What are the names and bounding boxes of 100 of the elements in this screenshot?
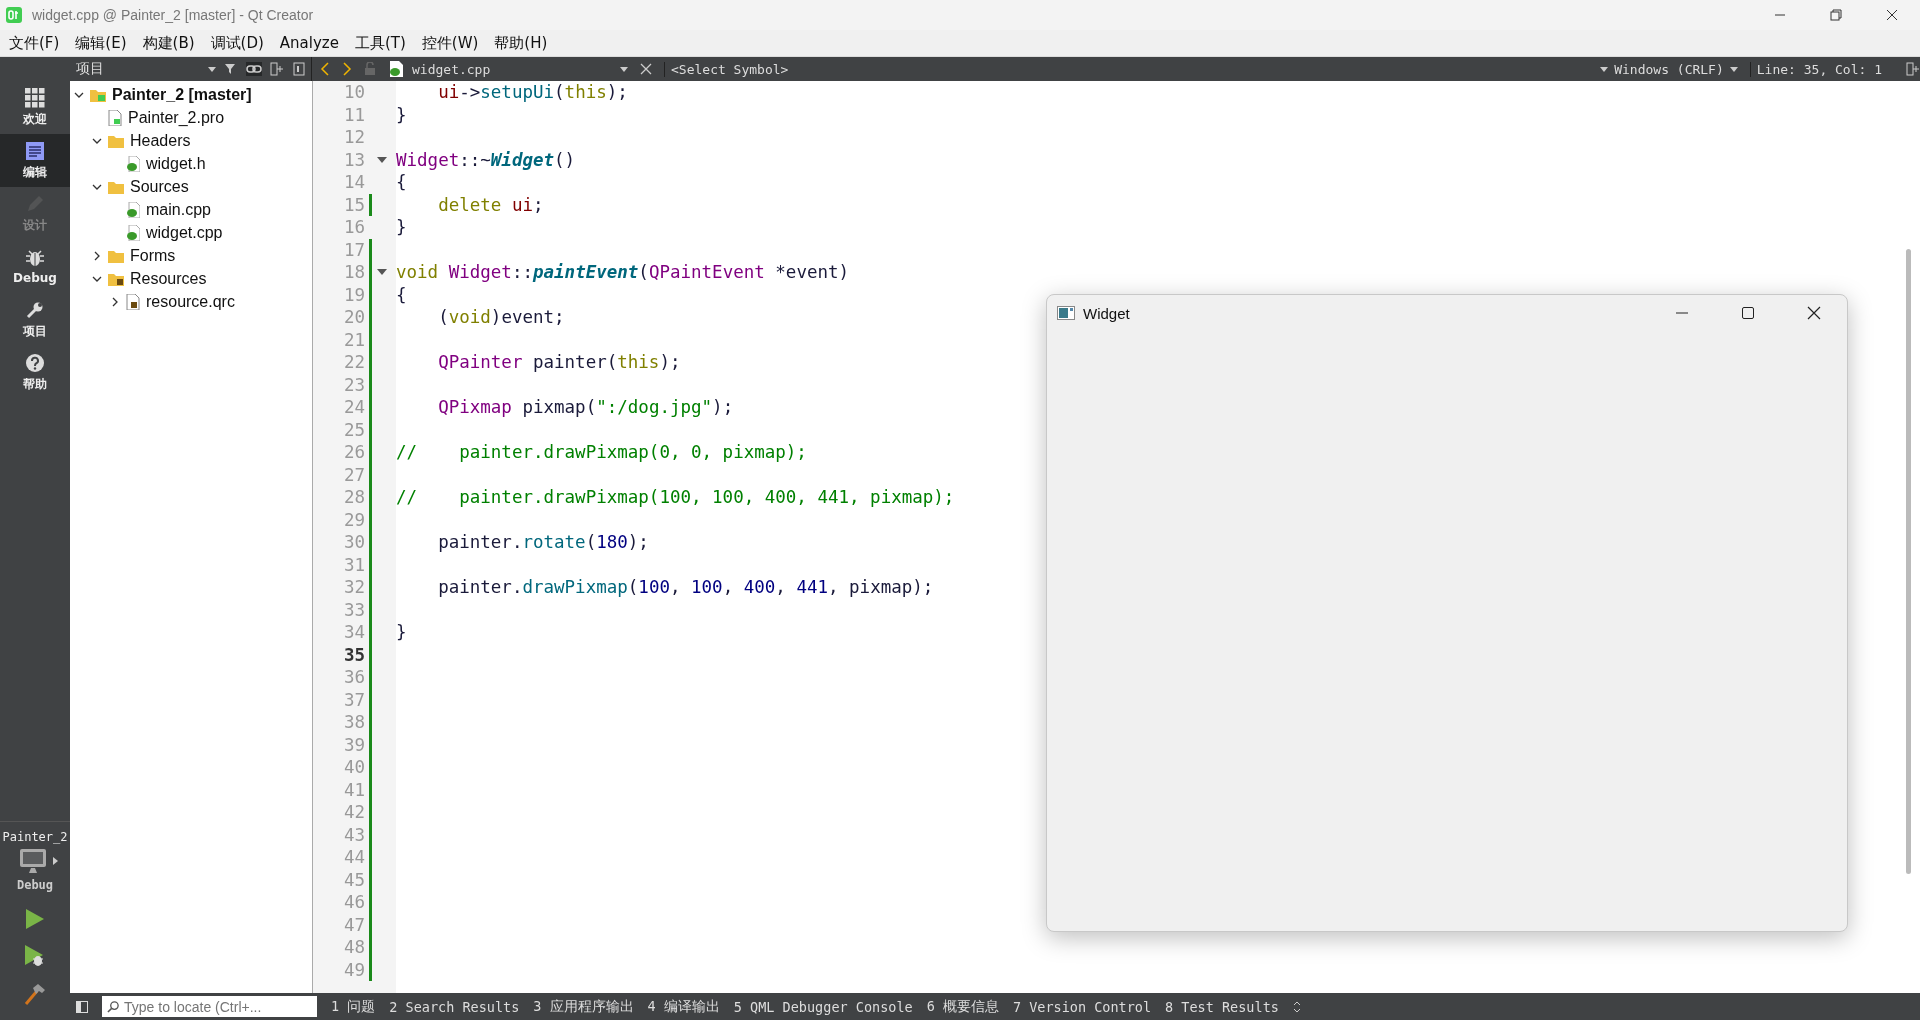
line-number: 17: [342, 238, 366, 261]
link-icon[interactable]: [246, 62, 262, 76]
filter-icon[interactable]: [224, 62, 238, 76]
forward-icon[interactable]: [342, 62, 352, 76]
tree-item[interactable]: Headers: [130, 131, 191, 150]
maximize-icon[interactable]: [1741, 306, 1755, 320]
line-number: 18: [342, 261, 366, 284]
tree-item[interactable]: widget.cpp: [146, 223, 223, 242]
code-line: painter.rotate(180);: [437, 532, 649, 553]
locate-field[interactable]: Type to locate (Ctrl+...: [102, 996, 317, 1017]
split-icon[interactable]: [1906, 62, 1920, 76]
menu-item[interactable]: 文件(F): [9, 33, 60, 53]
fold-arrow-icon[interactable]: [377, 156, 387, 163]
monitor-icon[interactable]: [19, 848, 49, 874]
tree-item[interactable]: Painter_2 [master]: [112, 85, 252, 104]
code-line: // painter.drawPixmap(0, 0, pixmap);: [396, 442, 807, 463]
output-pane-button[interactable]: 7 Version Control: [1012, 998, 1152, 1015]
code-line: {: [396, 284, 407, 305]
up-down-arrows-icon[interactable]: [1292, 1000, 1301, 1013]
sidebar-toggle-icon[interactable]: [76, 1000, 88, 1013]
line-number: 30: [342, 531, 366, 554]
code-line: QPixmap pixmap(":/dog.jpg");: [437, 397, 734, 418]
output-pane-button[interactable]: 1 问题: [331, 997, 376, 1016]
output-pane-button[interactable]: 5 QML Debugger Console: [733, 998, 913, 1015]
menu-item[interactable]: 控件(W): [421, 33, 479, 53]
line-number: 41: [342, 778, 366, 801]
code-line: void Widget::paintEvent(QPaintEvent *event): [396, 262, 850, 283]
file-icon: [108, 109, 122, 126]
mode-tab[interactable]: 欢迎: [0, 81, 70, 134]
line-number: 11: [342, 103, 366, 126]
mode-tab[interactable]: 编辑: [0, 134, 70, 187]
code-line: (void)event;: [437, 307, 565, 328]
line-ending-selector[interactable]: Windows (CRLF): [1600, 61, 1738, 77]
menu-item[interactable]: 工具(T): [354, 33, 406, 53]
folder-icon: [108, 133, 124, 148]
caret-icon: [208, 66, 216, 72]
mode-tab[interactable]: 帮助: [0, 346, 70, 399]
search-icon: [107, 1000, 120, 1013]
folder-icon: [108, 179, 124, 194]
target-project-label: Painter_2: [2, 830, 68, 844]
close-icon[interactable]: [1886, 9, 1898, 21]
output-pane-button[interactable]: 6 概要信息: [926, 997, 999, 1016]
line-number: 34: [342, 621, 366, 644]
file-icon: [126, 155, 140, 172]
file-selector[interactable]: widget.cpp: [388, 60, 628, 78]
line-number: 38: [342, 711, 366, 734]
build-config-label: Debug: [16, 878, 54, 892]
close-icon[interactable]: [1807, 306, 1821, 320]
menu-item[interactable]: 帮助(H): [494, 33, 548, 53]
code-line: delete ui;: [437, 194, 544, 215]
window-title: Widget: [1083, 304, 1130, 322]
tree-item[interactable]: Forms: [130, 246, 176, 265]
symbol-selector[interactable]: <Select Symbol>: [664, 61, 789, 77]
back-icon[interactable]: [320, 62, 330, 76]
line-number: 43: [342, 823, 366, 846]
code-line: }: [396, 622, 407, 643]
close-pane-icon[interactable]: [292, 62, 306, 76]
code-line: Widget::~Widget(): [396, 149, 576, 170]
menu-item[interactable]: Analyze: [279, 34, 339, 52]
code-line: ui->setupUi(this);: [437, 82, 628, 103]
tree-item[interactable]: resource.qrc: [146, 292, 235, 311]
line-number: 37: [342, 688, 366, 711]
split-icon[interactable]: [270, 62, 284, 76]
scrollbar[interactable]: [1906, 249, 1911, 874]
tree-item[interactable]: Painter_2.pro: [128, 108, 225, 127]
output-pane-button[interactable]: 4 编译输出: [647, 997, 720, 1016]
view-selector[interactable]: 项目: [76, 60, 216, 78]
mode-tab[interactable]: Debug: [0, 240, 70, 293]
line-number: 36: [342, 666, 366, 689]
run-icon[interactable]: [25, 908, 45, 930]
hammer-icon[interactable]: [23, 982, 47, 1006]
file-icon: [126, 293, 140, 310]
menu-item[interactable]: 构建(B): [142, 33, 195, 53]
output-pane-button[interactable]: 2 Search Results: [389, 998, 520, 1015]
line-number: 40: [342, 756, 366, 779]
tree-item[interactable]: widget.h: [146, 154, 206, 173]
line-number: 14: [342, 171, 366, 194]
menu-item[interactable]: 编辑(E): [75, 33, 127, 53]
caret-icon[interactable]: [53, 857, 59, 865]
caret-icon: [620, 66, 628, 72]
line-number: 25: [342, 418, 366, 441]
restore-icon[interactable]: [1830, 9, 1842, 21]
menu-item[interactable]: 调试(D): [210, 33, 264, 53]
line-number: 31: [342, 553, 366, 576]
line-number: 27: [342, 463, 366, 486]
output-pane-button[interactable]: 8 Test Results: [1165, 998, 1279, 1015]
mode-tab[interactable]: 项目: [0, 293, 70, 346]
tree-item[interactable]: Resources: [130, 269, 207, 288]
app-window-icon: [1057, 306, 1075, 320]
line-number: 12: [342, 126, 366, 149]
line-number: 47: [342, 913, 366, 936]
output-pane-button[interactable]: 3 应用程序输出: [533, 997, 634, 1016]
cursor-position[interactable]: Line: 35, Col: 1: [1749, 61, 1882, 77]
caret-icon: [1600, 66, 1609, 72]
tree-item[interactable]: main.cpp: [146, 200, 211, 219]
line-number: 21: [342, 328, 366, 351]
tree-item[interactable]: Sources: [130, 177, 189, 196]
debug-run-icon[interactable]: [24, 944, 46, 968]
fold-arrow-icon[interactable]: [377, 269, 387, 276]
line-number: 44: [342, 846, 366, 869]
